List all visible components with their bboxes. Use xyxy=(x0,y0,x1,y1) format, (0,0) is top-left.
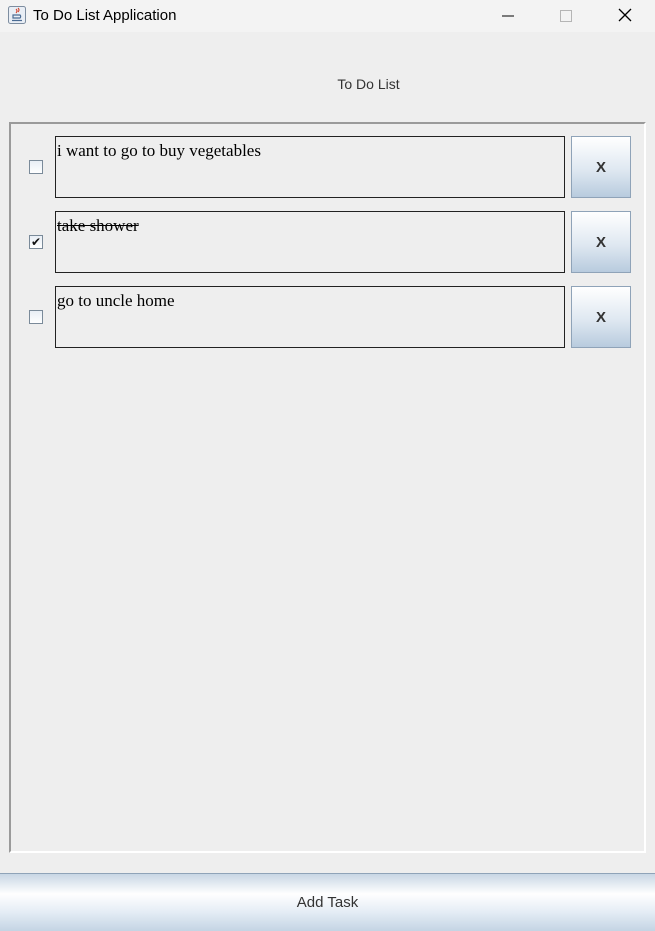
task-row: go to uncle home X xyxy=(11,286,644,348)
delete-task-button[interactable]: X xyxy=(571,136,631,198)
page-title: To Do List xyxy=(337,76,400,92)
task-text-field[interactable]: go to uncle home xyxy=(55,286,565,348)
task-checkbox[interactable]: ✔ xyxy=(29,235,43,249)
task-text-field[interactable]: take shower xyxy=(55,211,565,273)
task-checkbox[interactable] xyxy=(29,160,43,174)
maximize-button[interactable] xyxy=(537,0,595,32)
window-title: To Do List Application xyxy=(33,7,177,24)
close-button[interactable] xyxy=(596,0,654,32)
task-text-field[interactable]: i want to go to buy vegetables xyxy=(55,136,565,198)
title-bar: To Do List Application xyxy=(0,0,655,32)
task-text: i want to go to buy vegetables xyxy=(57,141,261,160)
add-task-button[interactable]: Add Task xyxy=(0,873,655,931)
delete-task-button[interactable]: X xyxy=(571,211,631,273)
task-list-panel: i want to go to buy vegetables X ✔ take … xyxy=(9,122,646,853)
delete-task-button[interactable]: X xyxy=(571,286,631,348)
checkmark-icon: ✔ xyxy=(30,235,42,249)
java-app-icon xyxy=(8,6,26,24)
task-row: ✔ take shower X xyxy=(11,211,644,273)
task-row: i want to go to buy vegetables X xyxy=(11,136,644,198)
task-text: take shower xyxy=(57,216,139,235)
task-checkbox[interactable] xyxy=(29,310,43,324)
task-text: go to uncle home xyxy=(57,291,175,310)
minimize-icon xyxy=(502,7,514,26)
close-icon xyxy=(618,7,632,26)
maximize-icon xyxy=(560,7,572,26)
minimize-button[interactable] xyxy=(479,0,537,32)
